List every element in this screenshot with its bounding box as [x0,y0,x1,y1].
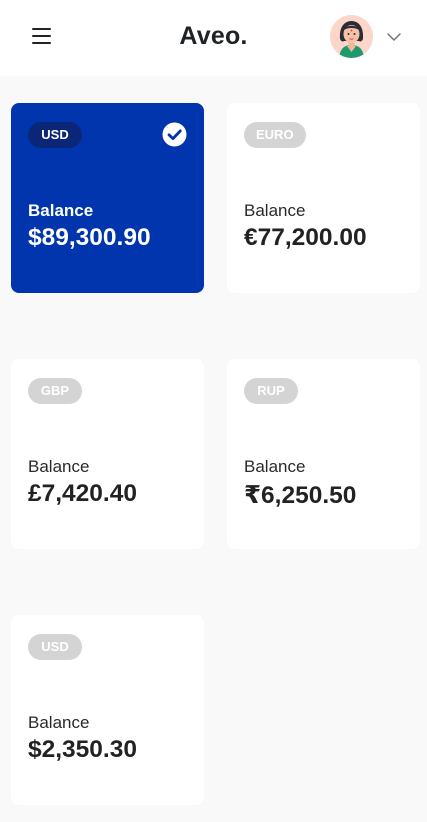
balance-label: Balance [28,713,90,732]
user-avatar[interactable] [330,15,373,58]
balance-amount: $2,350.30 [28,736,137,763]
currency-badge: USD [28,122,82,148]
balance-amount: ₹6,250.50 [244,482,357,509]
app-header: Aveo. [0,0,427,76]
balance-amount: €77,200.00 [244,224,367,251]
balance-label: Balance [244,201,306,220]
check-circle-icon [162,122,187,147]
currency-badge: EURO [244,122,306,148]
currency-badge: USD [28,634,82,660]
balance-card-rup[interactable]: RUP Balance ₹6,250.50 [227,359,420,549]
balance-amount: $89,300.90 [28,224,151,251]
balance-amount: £7,420.40 [28,480,137,507]
balance-card-euro[interactable]: EURO Balance €77,200.00 [227,103,420,293]
balance-card-usd-2[interactable]: USD Balance $2,350.30 [11,615,204,805]
balance-card-usd[interactable]: USD Balance $89,300.90 [11,103,204,293]
avatar-illustration [330,15,373,58]
chevron-down-icon[interactable] [384,27,404,47]
balance-card-gbp[interactable]: GBP Balance £7,420.40 [11,359,204,549]
balance-label: Balance [28,457,90,476]
currency-badge: GBP [28,378,82,404]
currency-badge: RUP [244,378,298,404]
balance-label: Balance [244,457,306,476]
balance-label: Balance [28,201,94,220]
